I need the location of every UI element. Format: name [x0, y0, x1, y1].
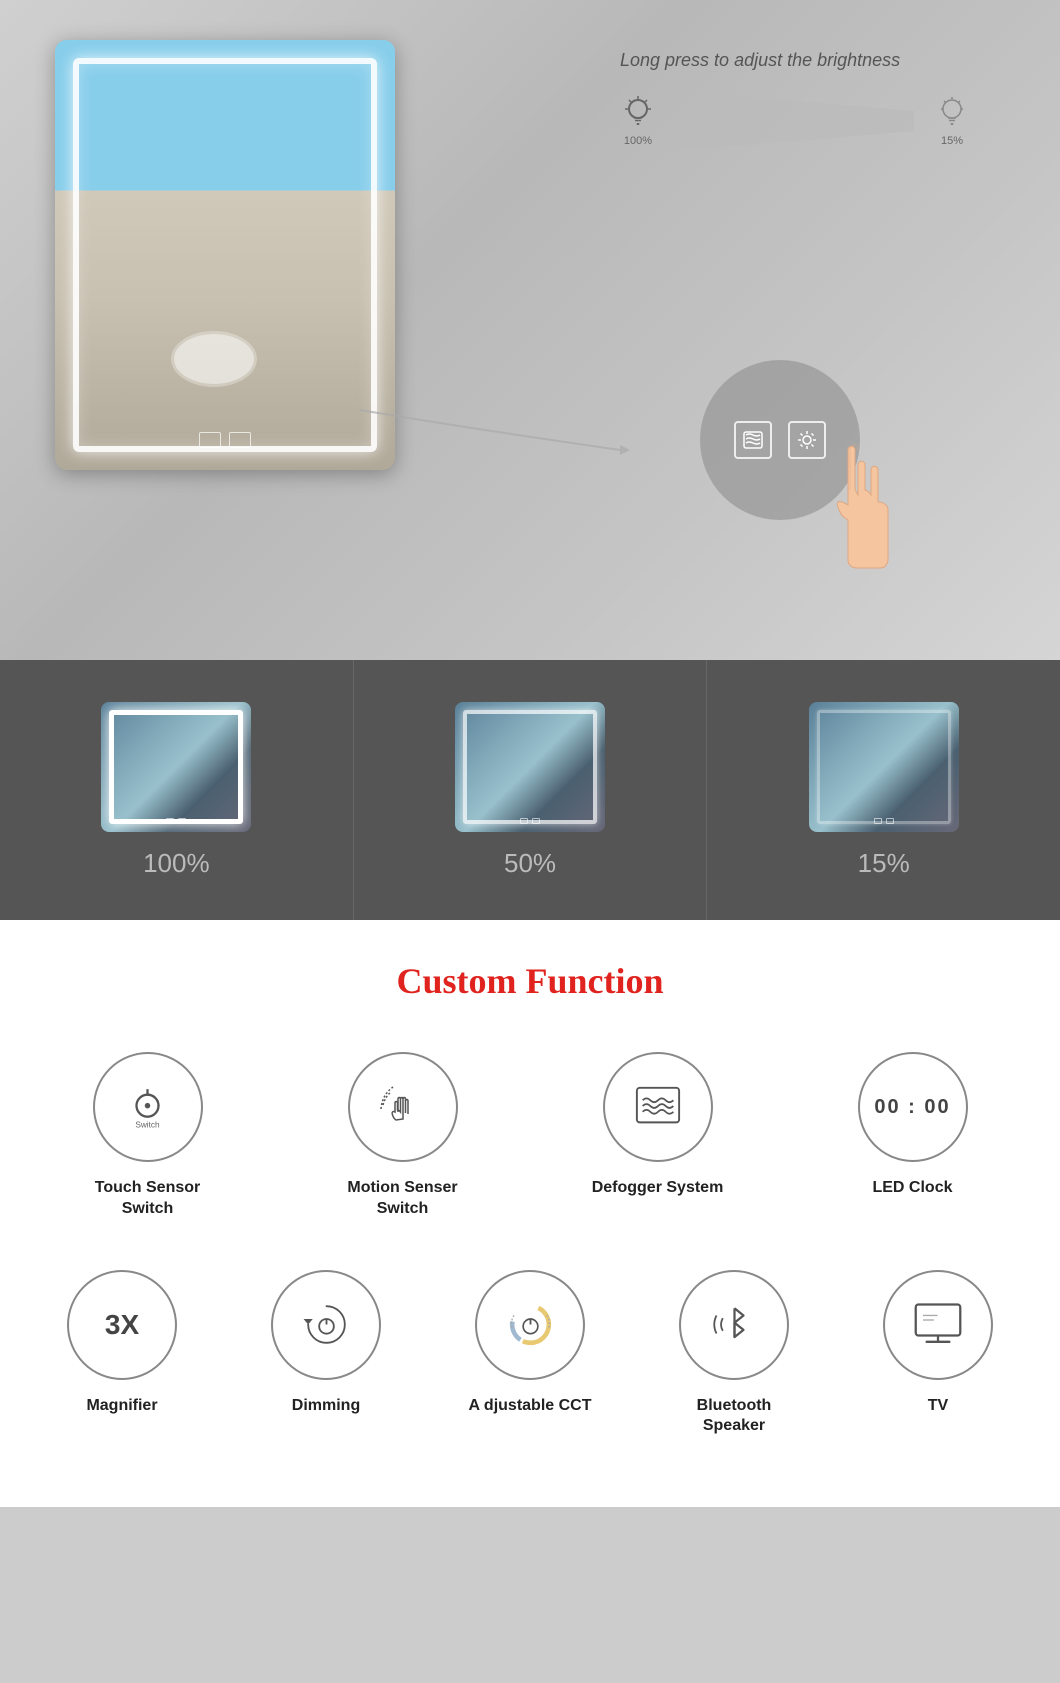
cct-icon: [503, 1297, 558, 1352]
custom-function-section: Custom Function Switch Touch SensorSwitc…: [0, 920, 1060, 1507]
svg-text:Switch: Switch: [135, 1120, 160, 1129]
sample-mirror-100: [101, 702, 251, 832]
defogger-zoom-btn: [734, 421, 772, 459]
sample-dot: [886, 818, 894, 824]
mirror-touch-buttons: [199, 432, 251, 448]
dimming-icon: [299, 1297, 354, 1352]
sample-100: 100%: [0, 660, 354, 920]
sample-led-15: [817, 710, 951, 824]
sample-dots-15: [874, 818, 894, 824]
magnifier-icon: 3X: [105, 1309, 139, 1341]
finger-hand: [810, 440, 930, 600]
function-magnifier: 3X Magnifier: [32, 1270, 212, 1417]
wedge-svg: [676, 91, 914, 151]
function-bluetooth: BluetoothSpeaker: [644, 1270, 824, 1438]
tv-label: TV: [928, 1396, 948, 1417]
sample-dot: [178, 818, 186, 824]
magnifier-label: Magnifier: [86, 1396, 157, 1417]
led-clock-icon: 00 : 00: [874, 1096, 950, 1119]
brightness-label: Long press to adjust the brightness: [620, 50, 970, 71]
brightness-wedge: [676, 91, 914, 151]
magnifier-circle: 3X: [67, 1270, 177, 1380]
mirror-display: [55, 40, 395, 470]
custom-function-title: Custom Function: [20, 960, 1040, 1002]
bulb-low: 15%: [934, 95, 970, 147]
function-touch-sensor: Switch Touch SensorSwitch: [58, 1052, 238, 1220]
touch-sensor-circle: Switch: [93, 1052, 203, 1162]
sample-dots-100: [166, 818, 186, 824]
sample-led-50: [463, 710, 597, 824]
wavy-icon: [742, 429, 764, 451]
hero-section: Long press to adjust the brightness 100%: [0, 0, 1060, 660]
brightness-annotation: Long press to adjust the brightness 100%: [620, 50, 970, 151]
brightness-samples-section: 100% 50% 15%: [0, 660, 1060, 920]
led-clock-label: LED Clock: [872, 1178, 952, 1199]
dimming-label: Dimming: [292, 1396, 360, 1417]
cct-label: A djustable CCT: [469, 1396, 592, 1417]
touch-sensor-label: Touch SensorSwitch: [95, 1178, 201, 1220]
defogger-circle: [603, 1052, 713, 1162]
mirror-btn-2: [229, 432, 251, 448]
functions-row-2: 3X Magnifier Dimming: [20, 1270, 1040, 1438]
function-motion-sensor: Motion SenserSwitch: [313, 1052, 493, 1220]
zoom-area: [700, 360, 900, 560]
bulb-high: 100%: [620, 95, 656, 147]
sample-led-100: [109, 710, 243, 824]
sample-dot: [874, 818, 882, 824]
pct-low-label: 15%: [941, 135, 963, 147]
function-cct: A djustable CCT: [440, 1270, 620, 1417]
bulb-high-icon: [620, 95, 656, 131]
sample-mirror-50: [455, 702, 605, 832]
touch-sensor-icon: Switch: [120, 1080, 175, 1135]
bluetooth-icon: [712, 1297, 757, 1352]
tv-icon: [907, 1300, 969, 1350]
function-tv: TV: [848, 1270, 1028, 1417]
sample-mirror-15: [809, 702, 959, 832]
sample-dot: [532, 818, 540, 824]
function-led-clock: 00 : 00 LED Clock: [823, 1052, 1003, 1199]
sample-dot: [520, 818, 528, 824]
sample-label-50: 50%: [504, 848, 556, 879]
hand-svg: [810, 440, 910, 580]
mirror-frame: [55, 40, 395, 470]
bluetooth-circle: [679, 1270, 789, 1380]
sample-15: 15%: [707, 660, 1060, 920]
function-defogger: Defogger System: [568, 1052, 748, 1199]
mirror-btn-1: [199, 432, 221, 448]
sample-dots-50: [520, 818, 540, 824]
sample-label-100: 100%: [143, 848, 210, 879]
sample-dot: [166, 818, 174, 824]
led-border: [73, 58, 377, 452]
bulb-low-icon: [934, 95, 970, 131]
led-clock-circle: 00 : 00: [858, 1052, 968, 1162]
motion-sensor-icon: [373, 1077, 433, 1137]
bluetooth-label: BluetoothSpeaker: [697, 1396, 772, 1438]
motion-sensor-label: Motion SenserSwitch: [347, 1178, 457, 1220]
brightness-diagram: 100% 15%: [620, 91, 970, 151]
sample-label-15: 15%: [858, 848, 910, 879]
functions-row-1: Switch Touch SensorSwitch Motion Sen: [20, 1052, 1040, 1220]
defogger-icon: [629, 1083, 687, 1131]
dimming-circle: [271, 1270, 381, 1380]
motion-sensor-circle: [348, 1052, 458, 1162]
defogger-label: Defogger System: [592, 1178, 724, 1199]
function-dimming: Dimming: [236, 1270, 416, 1417]
cct-circle: [475, 1270, 585, 1380]
sample-50: 50%: [354, 660, 708, 920]
tv-circle: [883, 1270, 993, 1380]
pct-high-label: 100%: [624, 135, 652, 147]
